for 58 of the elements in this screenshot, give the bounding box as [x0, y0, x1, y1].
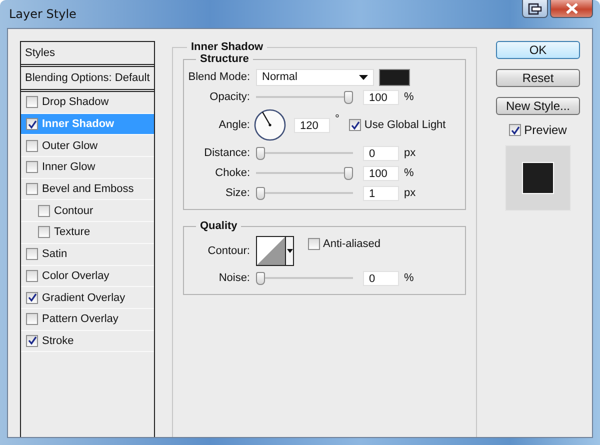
style-item[interactable]: Color Overlay	[21, 266, 154, 288]
unit-label: px	[404, 187, 416, 199]
checkbox-label: Use Global Light	[364, 119, 446, 131]
preview-checkbox[interactable]: Preview	[509, 123, 567, 137]
unit-label: %	[404, 272, 414, 284]
checkbox-label: Preview	[524, 123, 567, 137]
value-field[interactable]: 0	[363, 270, 399, 286]
style-item[interactable]: Gradient Overlay	[21, 287, 154, 309]
unit-label: px	[404, 147, 416, 159]
style-item[interactable]: Stroke	[21, 330, 154, 352]
unit-label: °	[335, 113, 340, 125]
checkbox-label: Anti-aliased	[323, 238, 380, 250]
item-label: Contour	[54, 204, 94, 217]
item-label: Texture	[54, 226, 90, 238]
item-label: Bevel and Emboss	[42, 183, 134, 196]
list-item[interactable]: Blending Options: Default	[21, 67, 154, 92]
item-label: Color Overlay	[42, 270, 110, 282]
item-label: Inner Shadow	[42, 118, 114, 130]
field-label: Distance:	[203, 147, 250, 159]
group-title: Structure	[199, 53, 250, 65]
style-item[interactable]: Texture	[21, 222, 154, 244]
field-label: Noise:	[218, 272, 250, 284]
style-item[interactable]: Contour	[21, 200, 154, 222]
group-title: Inner Shadow	[190, 41, 264, 53]
item-label: Stroke	[42, 334, 74, 347]
value-field[interactable]: 1	[363, 186, 399, 200]
unit-label: %	[404, 167, 414, 179]
style-item[interactable]: Outer Glow	[21, 135, 154, 158]
field-label: Choke:	[214, 167, 250, 179]
style-item[interactable]: Pattern Overlay	[21, 308, 154, 331]
anti-aliased-checkbox[interactable]: Anti-aliased	[308, 238, 380, 250]
value-field[interactable]: 100	[363, 90, 399, 104]
item-label: Drop Shadow	[42, 96, 109, 108]
dialog-button[interactable]: New Style...	[496, 97, 580, 115]
global-light-checkbox[interactable]: Use Global Light	[349, 119, 446, 131]
value-field[interactable]: 100	[363, 166, 399, 180]
style-item[interactable]: Satin	[21, 244, 154, 266]
item-label: Outer Glow	[42, 140, 98, 152]
field-label: Opacity:	[208, 91, 250, 103]
dialog-button[interactable]: Reset	[496, 69, 580, 87]
group-title: Quality	[199, 220, 238, 232]
item-label: Gradient Overlay	[42, 292, 126, 304]
blend-mode-dropdown[interactable]: Normal	[256, 68, 374, 86]
field-label: Contour:	[206, 245, 250, 257]
unit-label: %	[404, 91, 414, 103]
item-label: Satin	[42, 248, 68, 260]
field-label: Size:	[224, 187, 250, 199]
field-label: Angle:	[218, 119, 250, 131]
item-label: Pattern Overlay	[42, 313, 118, 326]
list-header: Styles	[21, 42, 154, 67]
field-label: Blend Mode:	[188, 71, 250, 83]
style-item[interactable]: Inner Glow	[21, 157, 154, 179]
dialog-button[interactable]: OK	[496, 41, 580, 59]
style-item[interactable]: Bevel and Emboss	[21, 178, 154, 200]
item-label: Inner Glow	[42, 161, 96, 174]
window-title: Layer Style	[8, 7, 76, 21]
value-field[interactable]: 0	[363, 146, 399, 160]
value-field[interactable]: 120	[294, 118, 330, 132]
